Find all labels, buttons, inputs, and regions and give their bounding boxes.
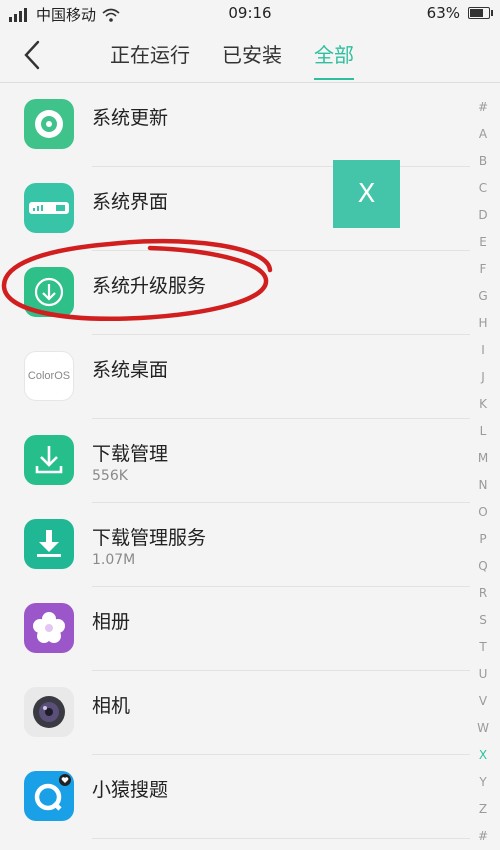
status-time: 09:16	[228, 4, 272, 22]
camera-lens-icon	[24, 687, 74, 737]
coloros-logo-icon: ColorOS	[24, 351, 74, 401]
coloros-logo-text: ColorOS	[27, 370, 71, 382]
battery-icon	[468, 7, 493, 19]
back-button[interactable]	[18, 38, 48, 72]
app-row-xiaoyuan-soti[interactable]: 小猿搜题	[0, 755, 470, 839]
app-row-gallery[interactable]: 相册	[0, 587, 470, 671]
alphabet-letter[interactable]: B	[476, 148, 490, 175]
tab-installed[interactable]: 已安装	[222, 28, 282, 82]
close-overlay-button[interactable]: X	[333, 160, 400, 228]
app-row-download-manager[interactable]: 下载管理 556K	[0, 419, 470, 503]
alphabet-letter[interactable]: Y	[476, 769, 490, 796]
alphabet-letter[interactable]: E	[476, 229, 490, 256]
app-name: 相机	[92, 695, 131, 717]
app-name: 相册	[92, 611, 131, 633]
system-ui-icon	[24, 183, 74, 233]
app-row-system-launcher[interactable]: ColorOS 系统桌面	[0, 335, 470, 419]
row-divider	[92, 838, 470, 839]
system-upgrade-icon	[24, 267, 74, 317]
tab-running[interactable]: 正在运行	[110, 28, 190, 82]
alphabet-letter[interactable]: K	[476, 391, 490, 418]
alphabet-letter[interactable]: G	[476, 283, 490, 310]
app-name: 系统桌面	[92, 359, 169, 381]
alphabet-letter[interactable]: F	[476, 256, 490, 283]
app-size: 1.07M	[92, 552, 136, 568]
app-name: 系统升级服务	[92, 275, 207, 297]
app-row-system-update[interactable]: 系统更新	[0, 83, 470, 167]
alphabet-letter[interactable]: T	[476, 634, 490, 661]
alphabet-letter[interactable]: W	[476, 715, 490, 742]
app-name: 系统界面	[92, 191, 169, 213]
battery-fill	[470, 9, 483, 17]
alphabet-letter[interactable]: Q	[476, 553, 490, 580]
alphabet-letter[interactable]: I	[476, 337, 490, 364]
alphabet-index: # A B C D E F G H I J K L M N O P Q R S T U V W X Y Z #	[476, 94, 490, 850]
alphabet-letter[interactable]: P	[476, 526, 490, 553]
app-name: 系统更新	[92, 107, 169, 129]
download-manager-icon	[24, 435, 74, 485]
status-bar: 中国移动 09:16 63%	[0, 0, 500, 28]
alphabet-letter[interactable]: U	[476, 661, 490, 688]
xiaoyuan-q-icon	[24, 771, 74, 821]
alphabet-letter[interactable]: #	[476, 823, 490, 850]
alphabet-letter[interactable]: M	[476, 445, 490, 472]
alphabet-letter[interactable]: A	[476, 121, 490, 148]
alphabet-letter[interactable]: L	[476, 418, 490, 445]
app-row-system-upgrade-service[interactable]: 系统升级服务	[0, 251, 470, 335]
alphabet-letter[interactable]: X	[476, 742, 490, 769]
app-name: 下载管理	[92, 443, 169, 465]
back-arrow-icon	[24, 40, 40, 70]
alphabet-letter[interactable]: J	[476, 364, 490, 391]
alphabet-letter[interactable]: D	[476, 202, 490, 229]
alphabet-letter[interactable]: R	[476, 580, 490, 607]
app-size: 556K	[92, 468, 128, 484]
app-name: 小猿搜题	[92, 779, 169, 801]
app-row-camera[interactable]: 相机	[0, 671, 470, 755]
download-service-icon	[24, 519, 74, 569]
top-nav: 正在运行 已安装 全部	[0, 28, 500, 82]
gallery-flower-icon	[24, 603, 74, 653]
alphabet-letter[interactable]: #	[476, 94, 490, 121]
app-name: 下载管理服务	[92, 527, 207, 549]
tab-all[interactable]: 全部	[314, 28, 354, 82]
alphabet-letter[interactable]: H	[476, 310, 490, 337]
status-right: 63%	[426, 4, 493, 22]
app-row-download-manager-service[interactable]: 下载管理服务 1.07M	[0, 503, 470, 587]
tab-bar: 正在运行 已安装 全部	[110, 28, 354, 82]
alphabet-letter[interactable]: Z	[476, 796, 490, 823]
alphabet-letter[interactable]: S	[476, 607, 490, 634]
battery-percent: 63%	[426, 4, 460, 22]
alphabet-letter[interactable]: N	[476, 472, 490, 499]
alphabet-letter[interactable]: O	[476, 499, 490, 526]
alphabet-letter[interactable]: V	[476, 688, 490, 715]
alphabet-letter[interactable]: C	[476, 175, 490, 202]
system-update-icon	[24, 99, 74, 149]
